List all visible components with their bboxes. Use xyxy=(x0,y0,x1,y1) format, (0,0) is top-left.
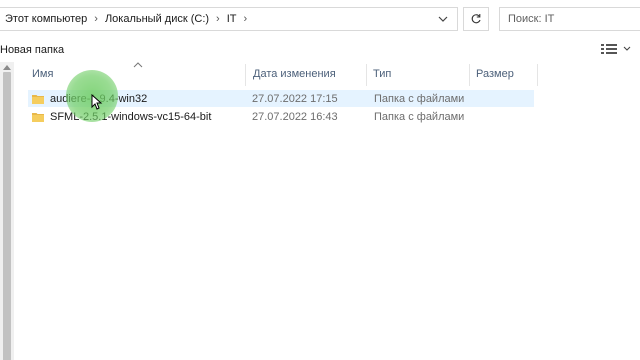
chevron-right-icon[interactable]: › xyxy=(240,13,252,25)
column-date[interactable]: Дата изменения xyxy=(247,62,365,86)
breadcrumb-this-pc[interactable]: Этот компьютер xyxy=(0,13,90,25)
file-date: 27.07.2022 16:43 xyxy=(252,110,338,123)
breadcrumb-it[interactable]: IT xyxy=(224,13,240,25)
file-date: 27.07.2022 17:15 xyxy=(252,92,338,105)
column-header: Имя Дата изменения Тип Размер xyxy=(14,62,640,86)
file-type: Папка с файлами xyxy=(374,92,465,105)
scroll-up-arrow-icon[interactable] xyxy=(3,65,11,70)
column-divider[interactable] xyxy=(537,64,538,86)
column-type[interactable]: Тип xyxy=(367,62,467,86)
column-divider[interactable] xyxy=(245,64,246,86)
file-name-cell: SFML-2.5.1-windows-vc15-64-bit xyxy=(32,108,211,125)
new-folder-button[interactable]: Новая папка xyxy=(0,44,64,56)
breadcrumb-local-disk[interactable]: Локальный диск (C:) xyxy=(102,13,212,25)
nav-pane-scrollbar[interactable] xyxy=(0,62,14,360)
address-bar[interactable]: Этот компьютер › Локальный диск (C:) › I… xyxy=(0,7,458,31)
search-input[interactable]: Поиск: IT xyxy=(499,7,640,31)
address-row: Этот компьютер › Локальный диск (C:) › I… xyxy=(0,0,640,38)
toolbar: Новая папка xyxy=(0,38,640,62)
column-name[interactable]: Имя xyxy=(26,62,244,86)
view-details-icon[interactable] xyxy=(600,42,618,56)
refresh-icon xyxy=(471,14,481,24)
folder-icon xyxy=(32,94,44,104)
refresh-button[interactable] xyxy=(463,7,489,31)
file-name[interactable]: SFML-2.5.1-windows-vc15-64-bit xyxy=(50,111,211,123)
mouse-cursor-icon xyxy=(91,94,103,110)
chevron-right-icon[interactable]: › xyxy=(212,13,224,25)
file-type: Папка с файлами xyxy=(374,110,465,123)
file-row[interactable]: audiere-1.9.4-win32 27.07.2022 17:15 Пап… xyxy=(28,90,534,107)
chevron-down-icon[interactable] xyxy=(622,44,632,54)
chevron-right-icon[interactable]: › xyxy=(90,13,102,25)
folder-icon xyxy=(32,112,44,122)
chevron-down-icon[interactable] xyxy=(437,13,449,25)
file-name-cell: audiere-1.9.4-win32 xyxy=(32,90,147,107)
scrollbar-thumb[interactable] xyxy=(3,72,11,360)
file-row[interactable]: SFML-2.5.1-windows-vc15-64-bit 27.07.202… xyxy=(28,108,534,125)
column-size[interactable]: Размер xyxy=(470,62,536,86)
